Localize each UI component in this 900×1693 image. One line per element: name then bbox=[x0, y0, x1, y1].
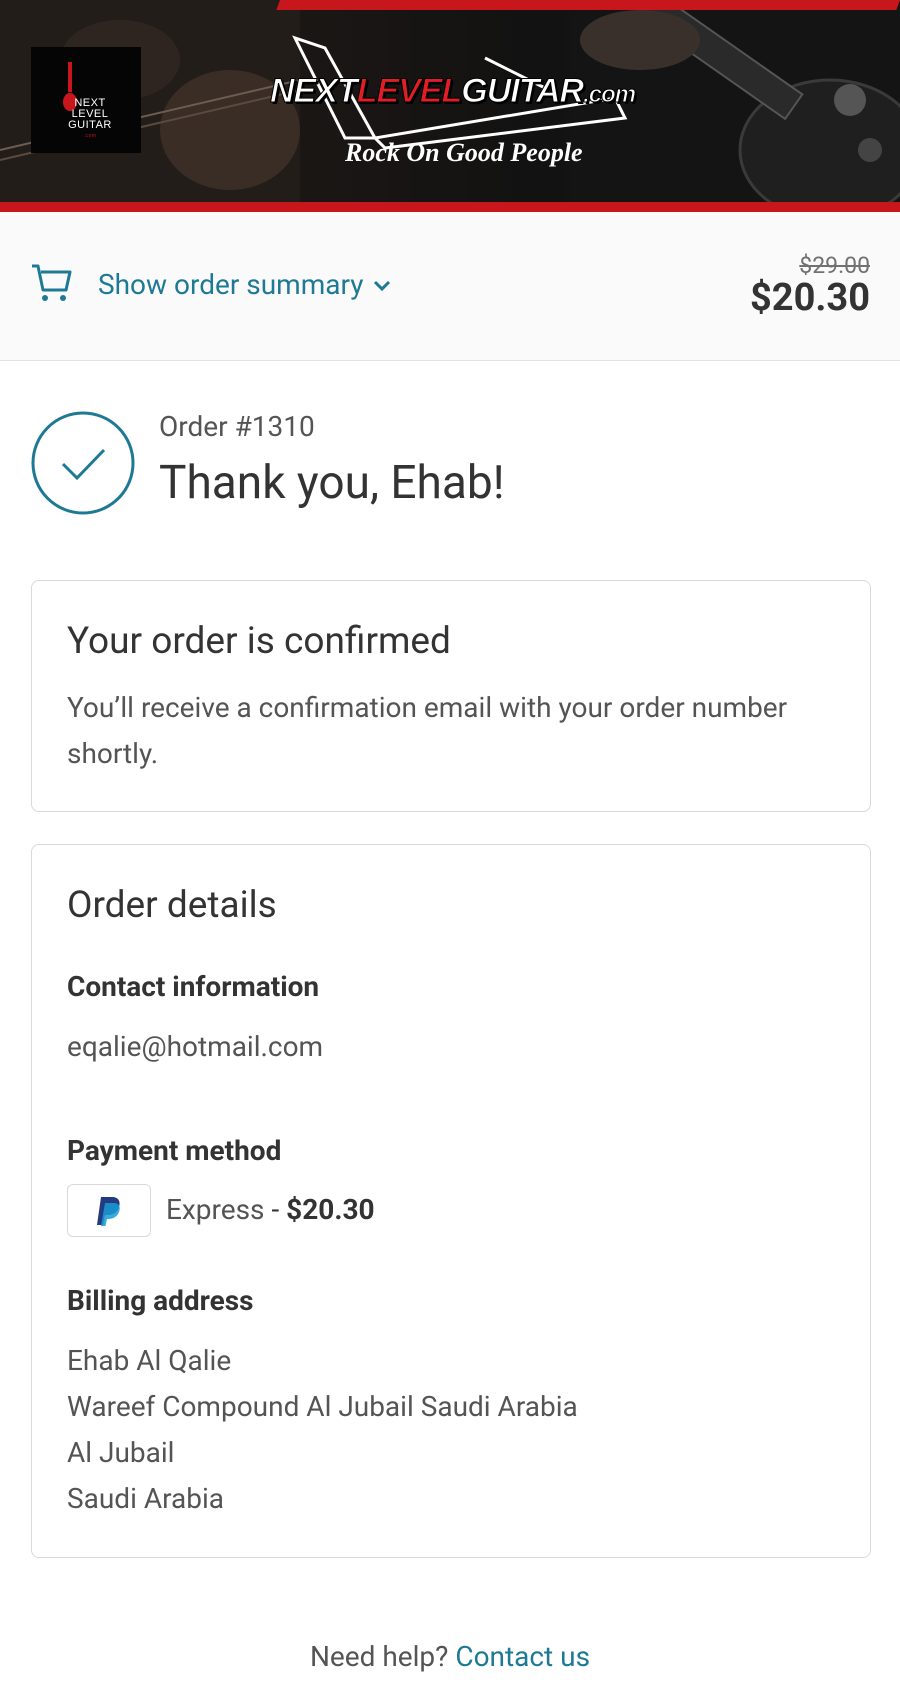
order-number: Order #1310 bbox=[159, 410, 315, 443]
logo-text: NEXT LEVEL GUITAR .com bbox=[68, 97, 112, 140]
paypal-icon bbox=[67, 1184, 151, 1237]
chevron-down-icon bbox=[374, 280, 391, 291]
header-banner: NEXT LEVEL GUITAR .com NEXTLEVELGUITAR.c… bbox=[0, 0, 900, 212]
billing-address-heading: Billing address bbox=[67, 1284, 254, 1317]
billing-address-line: Wareef Compound Al Jubail Saudi Arabia bbox=[67, 1390, 578, 1423]
order-confirmation-page: NEXT LEVEL GUITAR .com NEXTLEVELGUITAR.c… bbox=[0, 0, 900, 1693]
original-price: $29.00 bbox=[799, 252, 870, 279]
brand-wordmark: NEXTLEVELGUITAR.com bbox=[270, 72, 637, 111]
brand-tagline: Rock On Good People bbox=[345, 138, 583, 167]
payment-separator: - bbox=[264, 1193, 287, 1226]
contact-information-heading: Contact information bbox=[67, 970, 320, 1003]
show-order-summary-toggle[interactable]: Show order summary bbox=[98, 268, 393, 301]
payment-amount: $20.30 bbox=[286, 1193, 375, 1226]
red-accent-stripe-bottom bbox=[0, 202, 900, 212]
help-text: Need help? bbox=[309, 1640, 449, 1673]
confirmation-text: You’ll receive a confirmation email with… bbox=[67, 691, 788, 770]
total-price: $20.30 bbox=[749, 276, 870, 320]
payment-method-name: Express bbox=[166, 1193, 265, 1226]
checkmark-circle-icon bbox=[31, 411, 135, 515]
red-accent-stripe bbox=[276, 0, 900, 10]
summary-toggle-label: Show order summary bbox=[98, 268, 364, 301]
billing-address-line: Ehab Al Qalie bbox=[67, 1344, 232, 1377]
billing-address-line: Al Jubail bbox=[67, 1436, 175, 1469]
confirmation-title: Your order is confirmed bbox=[67, 620, 451, 663]
cart-icon[interactable] bbox=[30, 260, 74, 304]
page-title: Thank you, Ehab! bbox=[159, 456, 505, 510]
contact-email: eqalie@hotmail.com bbox=[67, 1030, 324, 1063]
order-details-title: Order details bbox=[67, 884, 277, 927]
billing-address-line: Saudi Arabia bbox=[67, 1482, 225, 1515]
contact-us-link[interactable]: Contact us bbox=[455, 1640, 590, 1673]
payment-method-summary: Express - $20.30 bbox=[166, 1193, 375, 1226]
help-footer: Need help? Contact us bbox=[0, 1640, 900, 1673]
payment-method-heading: Payment method bbox=[67, 1134, 282, 1167]
